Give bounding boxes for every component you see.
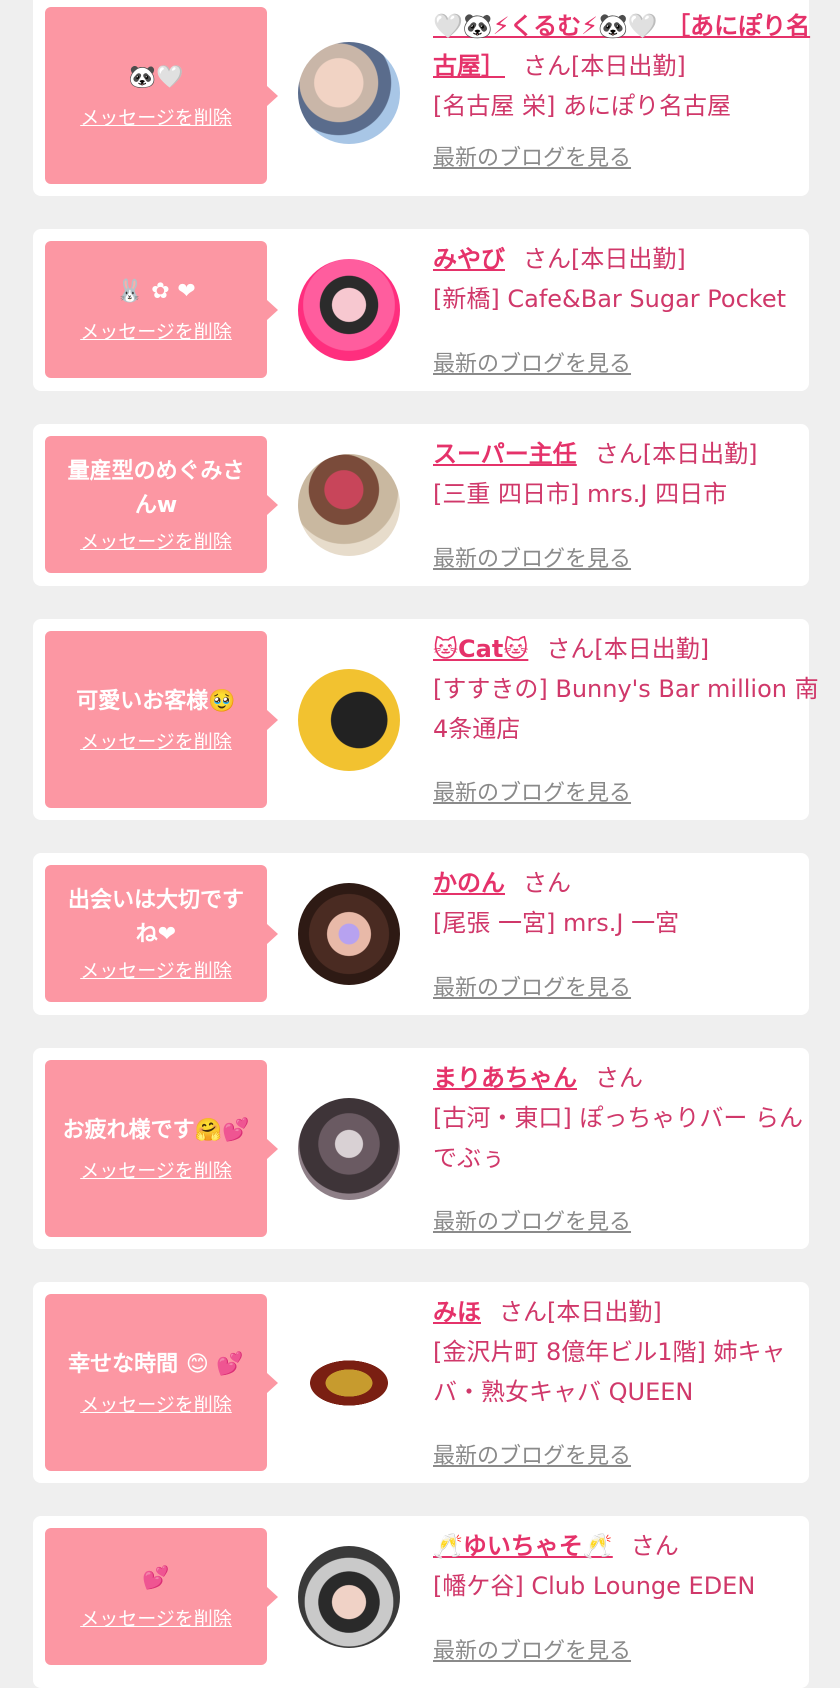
list-item: 🐰 ✿ ❤ メッセージを削除 みやび さん[本日出勤] [新橋] Cafe&Bar… (33, 229, 809, 391)
cast-status: さん (523, 869, 571, 897)
shop-name: [新橋] Cafe&Bar Sugar Pocket (433, 285, 787, 313)
cast-status: さん[本日出勤] (546, 635, 710, 663)
blog-link[interactable]: 最新のブログを見る (433, 1438, 631, 1470)
blog-link[interactable]: 最新のブログを見る (433, 775, 631, 807)
cast-name-link[interactable]: かのん (433, 869, 505, 897)
cast-status: さん (595, 1064, 643, 1092)
avatar[interactable] (298, 883, 400, 985)
blog-link[interactable]: 最新のブログを見る (433, 970, 631, 1002)
blog-link[interactable]: 最新のブログを見る (433, 346, 631, 378)
delete-message-link[interactable]: メッセージを削除 (80, 1156, 232, 1183)
message-text: 🐼🤍 (128, 65, 184, 90)
blog-link[interactable]: 最新のブログを見る (433, 1204, 631, 1236)
blog-link[interactable]: 最新のブログを見る (433, 140, 631, 172)
delete-message-link[interactable]: メッセージを削除 (80, 103, 232, 130)
blog-link[interactable]: 最新のブログを見る (433, 1633, 631, 1665)
list-item: お疲れ様です🤗💕 メッセージを削除 まりあちゃん さん [古河・東口] ぽっちゃり… (33, 1048, 809, 1249)
shop-name: [幡ケ谷] Club Lounge EDEN (433, 1572, 756, 1600)
message-text: 幸せな時間 😊 💕 (68, 1352, 244, 1377)
message-text: 出会いは大切ですね❤ (67, 888, 244, 947)
delete-message-link[interactable]: メッセージを削除 (80, 956, 232, 983)
cast-name-link[interactable]: スーパー主任 (433, 440, 577, 468)
avatar[interactable] (298, 1546, 400, 1648)
message-bubble: 出会いは大切ですね❤ メッセージを削除 (45, 865, 278, 1002)
message-text: 💕 (142, 1566, 170, 1591)
shop-name: [古河・東口] ぽっちゃりバー らんでぶぅ (433, 1104, 803, 1172)
message-bubble: 幸せな時間 😊 💕 メッセージを削除 (45, 1294, 278, 1471)
cast-name-link[interactable]: 🐱Cat🐱 (433, 635, 528, 663)
cast-name-link[interactable]: 🥂ゆいちゃそ🥂 (433, 1532, 613, 1560)
message-text: 可愛いお客様🥹 (76, 689, 236, 714)
avatar[interactable] (298, 454, 400, 556)
delete-message-link[interactable]: メッセージを削除 (80, 317, 232, 344)
list-item: 幸せな時間 😊 💕 メッセージを削除 みほ さん[本日出勤] [金沢片町 8億年ビ… (33, 1282, 809, 1483)
delete-message-link[interactable]: メッセージを削除 (80, 727, 232, 754)
avatar[interactable] (298, 1332, 400, 1434)
delete-message-link[interactable]: メッセージを削除 (80, 527, 232, 554)
message-bubble: 🐼🤍 メッセージを削除 (45, 7, 278, 184)
cast-status: さん (630, 1532, 679, 1560)
cast-name-link[interactable]: みほ (433, 1298, 481, 1326)
avatar[interactable] (298, 259, 400, 361)
message-text: お疲れ様です🤗💕 (62, 1118, 250, 1143)
blog-link[interactable]: 最新のブログを見る (433, 541, 631, 573)
message-text: 🐰 ✿ ❤ (116, 279, 196, 304)
shop-name: [すすきの] Bunny's Bar million 南4条通店 (433, 675, 819, 743)
delete-message-link[interactable]: メッセージを削除 (80, 1390, 232, 1417)
message-bubble: 🐰 ✿ ❤ メッセージを削除 (45, 241, 278, 378)
list-item: 可愛いお客様🥹 メッセージを削除 🐱Cat🐱 さん[本日出勤] [すすきの] Bu… (33, 619, 819, 820)
shop-name: [尾張 一宮] mrs.J 一宮 (433, 909, 680, 937)
shop-name: [金沢片町 8億年ビル1階] 姉キャバ・熟女キャバ QUEEN (433, 1338, 786, 1406)
message-bubble: 💕 メッセージを削除 (45, 1528, 278, 1665)
cast-status: さん[本日出勤] (523, 245, 686, 273)
cast-status: さん[本日出勤] (594, 440, 758, 468)
message-list: 🐼🤍 メッセージを削除 🤍🐼⚡くるむ⚡🐼🤍 ［あにぽり名古屋］ さん[本日出勤] … (0, 0, 840, 1688)
message-text: 量産型のめぐみさんw (67, 459, 245, 518)
shop-name: [名古屋 栄] あにぽり名古屋 (433, 92, 731, 120)
cast-status: さん[本日出勤] (499, 1298, 662, 1326)
list-item: 🐼🤍 メッセージを削除 🤍🐼⚡くるむ⚡🐼🤍 ［あにぽり名古屋］ さん[本日出勤] … (33, 0, 810, 196)
cast-status: さん[本日出勤] (523, 52, 686, 80)
message-bubble: お疲れ様です🤗💕 メッセージを削除 (45, 1060, 278, 1237)
delete-message-link[interactable]: メッセージを削除 (80, 1604, 232, 1631)
avatar[interactable] (298, 1098, 400, 1200)
list-item: 量産型のめぐみさんw メッセージを削除 スーパー主任 さん[本日出勤] [三重 四… (33, 424, 809, 586)
message-bubble: 可愛いお客様🥹 メッセージを削除 (45, 631, 278, 808)
avatar[interactable] (298, 669, 400, 771)
cast-name-link[interactable]: みやび (433, 245, 505, 273)
list-item: 💕 メッセージを削除 🥂ゆいちゃそ🥂 さん [幡ケ谷] Club Lounge E… (33, 1516, 809, 1688)
avatar[interactable] (298, 42, 400, 144)
message-bubble: 量産型のめぐみさんw メッセージを削除 (45, 436, 278, 573)
shop-name: [三重 四日市] mrs.J 四日市 (433, 480, 728, 508)
cast-name-link[interactable]: まりあちゃん (433, 1064, 577, 1092)
list-item: 出会いは大切ですね❤ メッセージを削除 かのん さん [尾張 一宮] mrs.J … (33, 853, 809, 1015)
